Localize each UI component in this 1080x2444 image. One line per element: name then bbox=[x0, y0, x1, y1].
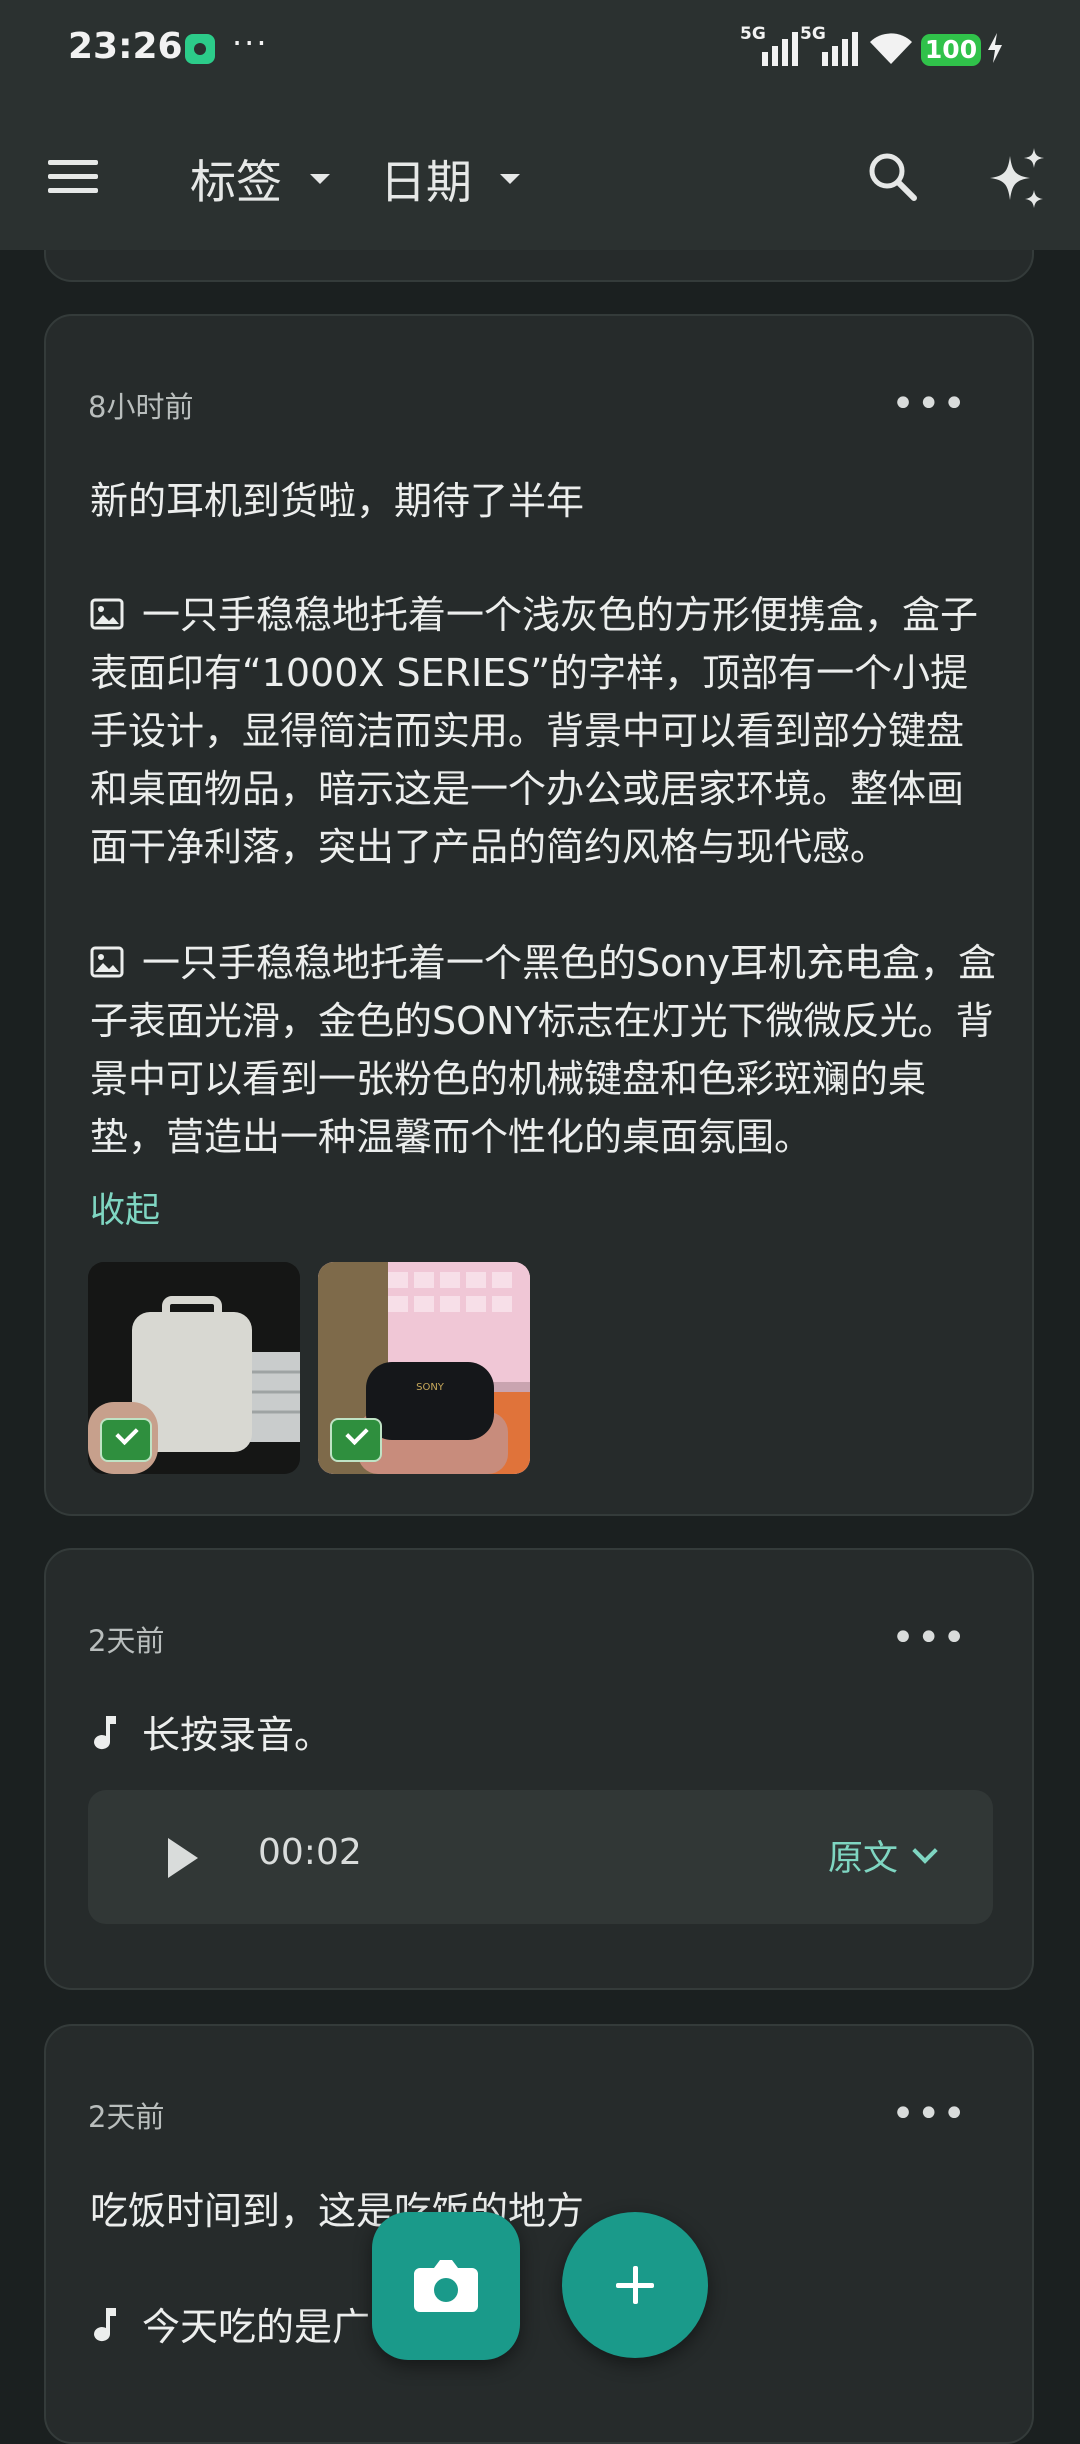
music-note-icon bbox=[94, 2308, 116, 2342]
music-note-icon bbox=[94, 1716, 116, 1750]
note-card[interactable]: 2天前 ••• 长按录音。 00:02 原文 bbox=[44, 1548, 1034, 1990]
signal-5g-icon-2: 5G bbox=[800, 24, 858, 66]
original-label: 原文 bbox=[828, 1839, 899, 1879]
image-icon bbox=[90, 946, 124, 978]
audio-note-line: 长按录音。 bbox=[90, 1706, 1000, 1764]
image-icon bbox=[90, 598, 124, 630]
image-description-text: 一只手稳稳地托着一个浅灰色的方形便携盒，盒子表面印有“1000X SERIES”… bbox=[90, 593, 979, 869]
search-icon[interactable] bbox=[866, 150, 918, 202]
tags-label: 标签 bbox=[190, 155, 282, 209]
play-icon[interactable] bbox=[168, 1838, 198, 1878]
selected-check-icon bbox=[100, 1418, 152, 1462]
note-time: 8小时前 bbox=[88, 390, 194, 424]
image-description-text: 一只手稳稳地托着一个黑色的Sony耳机充电盒，盒子表面光滑，金色的SONY标志在… bbox=[90, 941, 996, 1159]
chevron-down-icon bbox=[310, 174, 330, 184]
more-options-icon[interactable]: ••• bbox=[891, 1618, 968, 1658]
collapse-link[interactable]: 收起 bbox=[90, 1182, 160, 1233]
audio-duration: 00:02 bbox=[258, 1832, 362, 1873]
audio-player: 00:02 原文 bbox=[88, 1790, 993, 1924]
image-description-2: 一只手稳稳地托着一个黑色的Sony耳机充电盒，盒子表面光滑，金色的SONY标志在… bbox=[90, 934, 1000, 1166]
selected-check-icon bbox=[330, 1418, 382, 1462]
camera-icon bbox=[414, 2260, 478, 2312]
status-bar: 23:26 ··· 5G 5G 100 bbox=[0, 0, 1080, 100]
more-options-icon[interactable]: ••• bbox=[891, 2094, 968, 2134]
app-notification-icon bbox=[185, 34, 215, 64]
photo-thumbnail-case[interactable] bbox=[88, 1262, 300, 1474]
note-text: 新的耳机到货啦，期待了半年 bbox=[90, 479, 585, 523]
chevron-down-icon bbox=[500, 174, 520, 184]
top-app-bar: 23:26 ··· 5G 5G 100 标签 日期 bbox=[0, 0, 1080, 250]
note-card[interactable]: 2天前 ••• 吃饭时间到，这是吃饭的地方 今天吃的是广 bbox=[44, 2024, 1034, 2444]
note-card[interactable]: 8小时前 ••• 新的耳机到货啦，期待了半年 一只手稳稳地托着一个浅灰色的方形便… bbox=[44, 314, 1034, 1516]
audio-note-text: 长按录音。 bbox=[142, 1713, 333, 1757]
more-options-icon[interactable]: ••• bbox=[891, 384, 968, 424]
image-description-1: 一只手稳稳地托着一个浅灰色的方形便携盒，盒子表面印有“1000X SERIES”… bbox=[90, 586, 1000, 876]
audio-note-line: 今天吃的是广 bbox=[90, 2298, 1000, 2356]
charging-icon bbox=[988, 33, 1002, 63]
note-time: 2天前 bbox=[88, 2100, 165, 2134]
wifi-icon bbox=[870, 33, 912, 64]
note-time: 2天前 bbox=[88, 1624, 165, 1658]
photo-thumbnail-sony[interactable]: SONY bbox=[318, 1262, 530, 1474]
more-notifications-icon: ··· bbox=[232, 24, 269, 62]
original-text-toggle[interactable]: 原文 bbox=[828, 1830, 938, 1881]
ai-sparkle-icon[interactable] bbox=[984, 146, 1048, 210]
status-time: 23:26 bbox=[68, 26, 183, 67]
camera-button[interactable] bbox=[372, 2212, 520, 2360]
add-note-button[interactable] bbox=[562, 2212, 708, 2358]
audio-note-text: 今天吃的是广 bbox=[142, 2305, 371, 2349]
date-label: 日期 bbox=[380, 155, 472, 209]
note-text: 吃饭时间到，这是吃饭的地方 bbox=[90, 2189, 585, 2233]
date-dropdown[interactable]: 日期 bbox=[380, 146, 520, 212]
tags-dropdown[interactable]: 标签 bbox=[190, 146, 330, 212]
signal-5g-icon: 5G bbox=[740, 24, 798, 66]
battery-icon: 100 bbox=[921, 34, 981, 66]
menu-icon[interactable] bbox=[48, 160, 98, 194]
svg-text:SONY: SONY bbox=[416, 1382, 445, 1393]
chevron-down-icon bbox=[912, 1837, 938, 1864]
